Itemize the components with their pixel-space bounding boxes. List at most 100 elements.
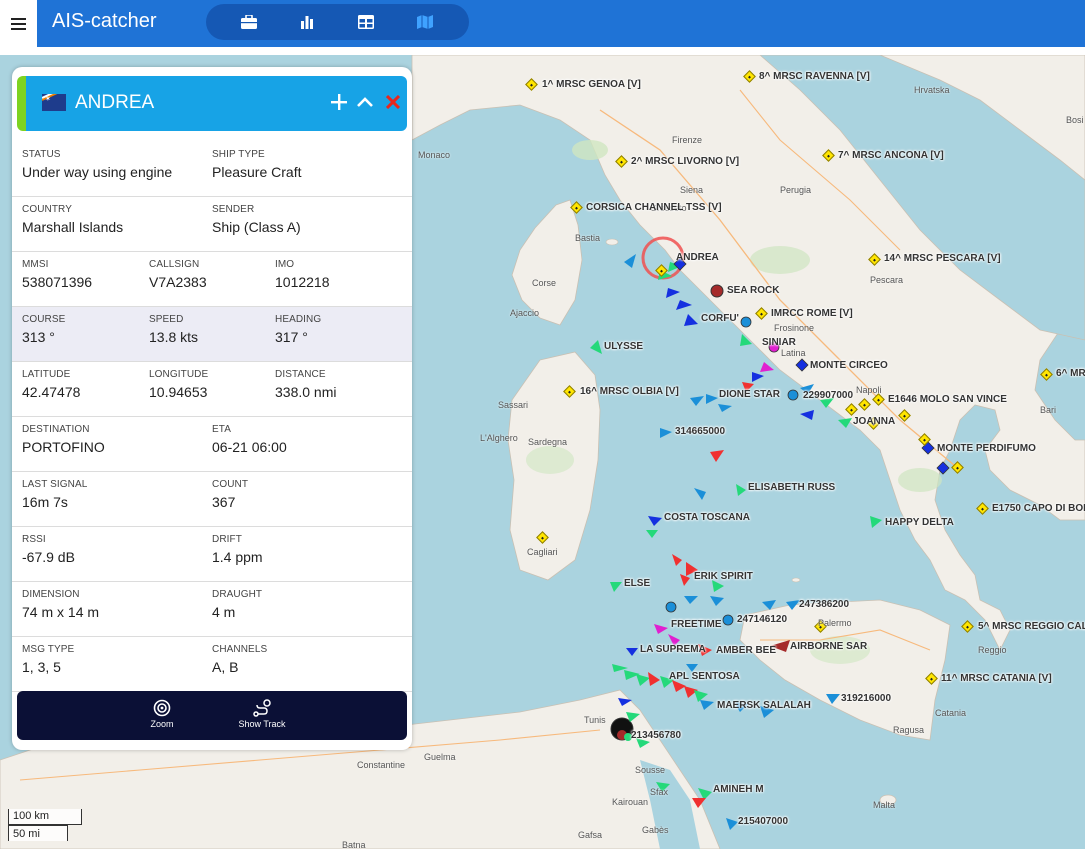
ship-label[interactable]: ERIK SPIRIT [694, 571, 753, 582]
station-label[interactable]: 5^ MRSC REGGIO CAL [978, 621, 1085, 632]
place-label: Guelma [424, 752, 456, 762]
ship-label[interactable]: AIRBORNE SAR [790, 641, 867, 652]
station-label[interactable]: MONTE PERDIFUMO [937, 443, 1036, 454]
station-label[interactable]: 14^ MRSC PESCARA [V] [884, 253, 1001, 264]
ship-label[interactable]: DIONE STAR [719, 389, 780, 400]
ship-label[interactable]: COSTA TOSCANA [664, 512, 750, 523]
field-label: COURSE [22, 314, 66, 325]
info-cell: MSG TYPE 1, 3, 5 [22, 644, 74, 675]
map-icon[interactable] [416, 13, 434, 31]
field-value: Ship (Class A) [212, 219, 301, 235]
field-label: LAST SIGNAL [22, 479, 88, 490]
station-label[interactable]: 2^ MRSC LIVORNO [V] [631, 156, 739, 167]
ship-label[interactable]: 229907000 [803, 390, 853, 401]
info-cell: DRAUGHT 4 m [212, 589, 262, 620]
station-label[interactable]: 16^ MRSC OLBIA [V] [580, 386, 679, 397]
info-cell: IMO 1012218 [275, 259, 330, 290]
station-label[interactable]: IMRCC ROME [V] [771, 308, 853, 319]
table-icon[interactable] [357, 13, 375, 31]
ship-label[interactable]: CORFU' [701, 313, 739, 324]
info-cell: SENDER Ship (Class A) [212, 204, 301, 235]
place-label: Ragusa [893, 725, 925, 735]
field-label: ETA [212, 424, 232, 435]
ship-label[interactable]: ELSE [624, 578, 650, 589]
ship-label[interactable]: FREETIME [671, 619, 722, 630]
menu-line-icon [11, 27, 26, 30]
ship-label[interactable]: APL SENTOSA [669, 671, 740, 682]
ship-label[interactable]: 213456780 [631, 730, 681, 741]
info-row: DESTINATION PORTOFINO ETA 06-21 06:00 [12, 417, 412, 472]
ship-label[interactable]: 247386200 [799, 599, 849, 610]
ship-label[interactable]: ANDREA [676, 252, 719, 263]
place-label: Sousse [635, 765, 666, 775]
ship-label[interactable]: JOANNA [853, 416, 895, 427]
station-label[interactable]: 6^ MR [1056, 368, 1085, 379]
marshall-islands-flag-icon: ✶ [42, 94, 66, 111]
field-value: 538071396 [22, 274, 93, 290]
ship-label[interactable]: ULYSSE [604, 341, 643, 352]
info-cell: DISTANCE 338.0 nmi [275, 369, 336, 400]
info-row: MMSI 538071396 CALLSIGN V7A2383 IMO 1012218 [12, 252, 412, 307]
ship-label[interactable]: 215407000 [738, 816, 788, 827]
station-label[interactable]: MONTE CIRCEO [810, 360, 888, 371]
top-bar: AIS-catcher [0, 0, 1085, 47]
collapse-button[interactable] [354, 91, 376, 113]
close-button[interactable] [382, 91, 404, 113]
place-label: Kairouan [612, 797, 649, 807]
close-icon [386, 95, 400, 109]
ship-name: ANDREA [75, 92, 155, 113]
ship-label[interactable]: 314665000 [675, 426, 725, 437]
field-label: MSG TYPE [22, 644, 75, 655]
place-label: Pescara [870, 275, 904, 285]
ship-label[interactable]: LA SUPREMA [640, 644, 706, 655]
ship-label[interactable]: AMBER BEE [716, 645, 776, 656]
station-label[interactable]: 1^ MRSC GENOA [V] [542, 79, 641, 90]
info-row: LATITUDE 42.47478 LONGITUDE 10.94653 DISTA… [12, 362, 412, 417]
ship-label[interactable]: SINIAR [762, 337, 796, 348]
show-track-label: Show Track [238, 719, 286, 729]
place-label: Frosinone [774, 323, 815, 333]
field-label: LONGITUDE [149, 369, 209, 380]
station-label[interactable]: E1646 MOLO SAN VINCE [888, 394, 1007, 405]
ship-label[interactable]: ELISABETH RUSS [748, 482, 835, 493]
info-cell: DESTINATION PORTOFINO [22, 424, 105, 455]
zoom-button[interactable]: Zoom [122, 697, 202, 729]
scale-mi: 50 mi [8, 825, 68, 841]
place-label: Corse [532, 278, 557, 288]
station-label[interactable]: 11^ MRSC CATANIA [V] [941, 673, 1052, 684]
ship-label[interactable]: 319216000 [841, 693, 891, 704]
place-label: Bastia [575, 233, 601, 243]
station-label[interactable]: 8^ MRSC RAVENNA [V] [759, 71, 870, 82]
chevron-up-icon [357, 97, 373, 107]
info-row: RSSI -67.9 dB DRIFT 1.4 ppm [12, 527, 412, 582]
target-icon [122, 697, 202, 719]
show-track-button[interactable]: Show Track [222, 697, 302, 729]
scale-km: 100 km [8, 809, 82, 825]
station-label[interactable]: E1750 CAPO DI BOI [992, 503, 1085, 514]
info-cell: SHIP TYPE Pleasure Craft [212, 149, 301, 180]
info-cell: MMSI 538071396 [22, 259, 92, 290]
info-cell: ETA 06-21 06:00 [212, 424, 287, 455]
field-label: MMSI [22, 259, 49, 270]
ship-label[interactable]: 247146120 [737, 614, 787, 625]
bar-chart-icon[interactable] [298, 13, 316, 31]
briefcase-icon[interactable] [240, 13, 258, 31]
pin-add-button[interactable] [328, 91, 350, 113]
place-label: Bosi [1066, 115, 1084, 125]
field-label: LATITUDE [22, 369, 71, 380]
scale-bar: 100 km 50 mi [8, 809, 82, 841]
ship-label[interactable]: HAPPY DELTA [885, 517, 954, 528]
place-label: Catania [935, 708, 967, 718]
ship-label[interactable]: MAERSK SALALAH [717, 700, 811, 711]
station-label[interactable]: CORSICA CHANNEL TSS [V] [586, 202, 722, 213]
station-label[interactable]: 7^ MRSC ANCONA [V] [838, 150, 944, 161]
ship-label[interactable]: AMINEH M [713, 784, 764, 795]
field-value: 16m 7s [22, 494, 68, 510]
ship-label[interactable]: SEA ROCK [727, 285, 779, 296]
field-value: 13.8 kts [149, 329, 199, 345]
hamburger-menu-button[interactable] [0, 0, 37, 47]
place-label: Firenze [672, 135, 703, 145]
place-label: Napoli [856, 385, 882, 395]
field-label: COUNT [212, 479, 249, 490]
field-value: Under way using engine [22, 164, 173, 180]
